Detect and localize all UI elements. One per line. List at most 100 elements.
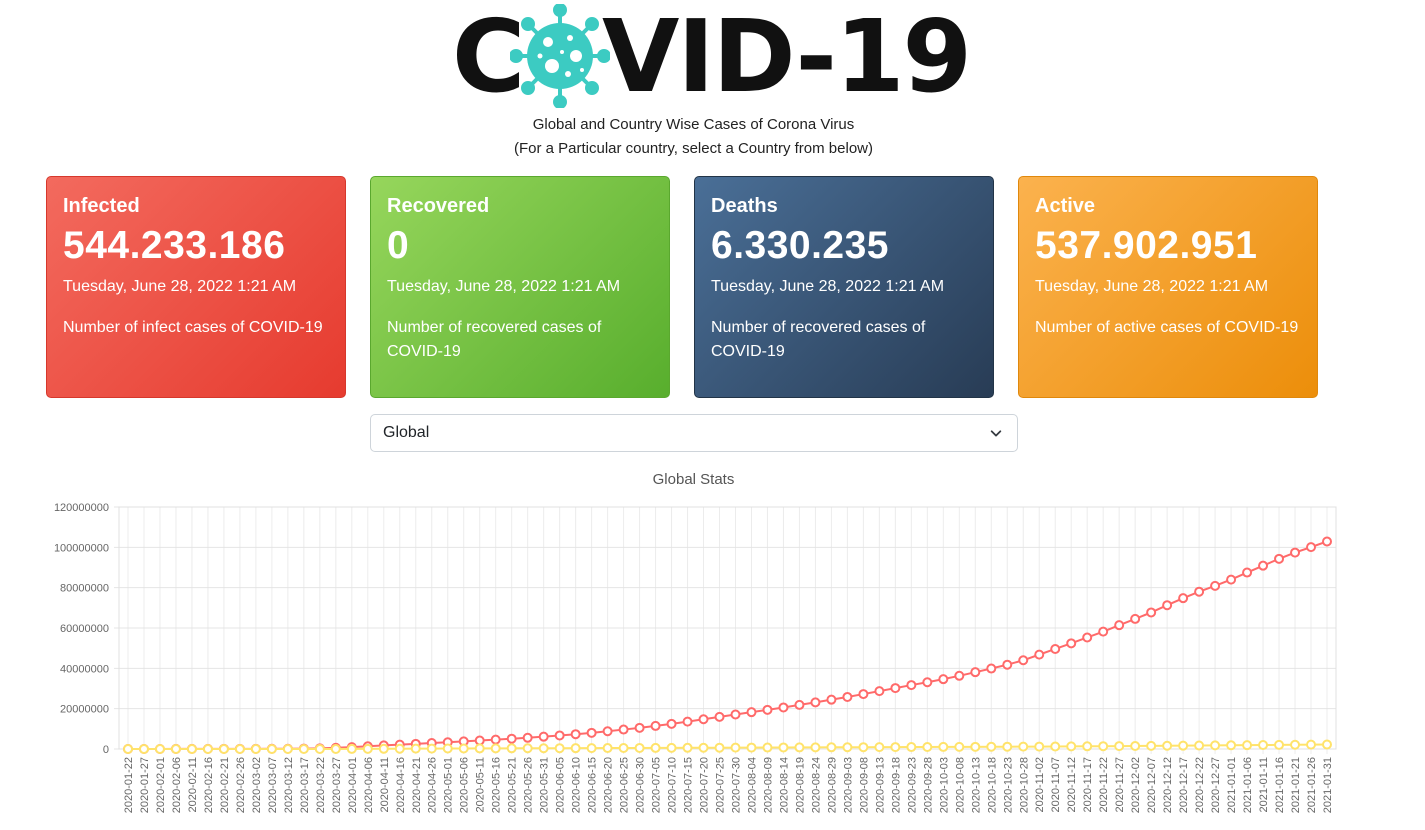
deaths-series-point: [586, 743, 597, 754]
infected-series-point: [602, 726, 613, 737]
y-tick-label: 40000000: [60, 663, 109, 675]
deaths-series-point: [634, 742, 645, 753]
deaths-series-point: [490, 743, 501, 754]
deaths-series-point: [666, 742, 677, 753]
infected-series-point: [1146, 607, 1157, 618]
x-tick-label: 2020-02-16: [203, 757, 215, 813]
infected-series-point: [1242, 567, 1253, 578]
x-tick-label: 2021-01-21: [1290, 757, 1302, 813]
card-date: Tuesday, June 28, 2022 1:21 AM: [1035, 278, 1269, 295]
infected-series-line: [127, 540, 1328, 750]
x-tick-label: 2020-07-30: [730, 757, 742, 813]
x-tick-label: 2020-08-29: [826, 757, 838, 813]
infected-series-point: [474, 735, 485, 746]
infected-series-point: [1050, 643, 1061, 654]
country-select[interactable]: Global: [370, 414, 1018, 452]
infected-series-point: [570, 729, 581, 740]
infected-series-point: [666, 718, 677, 729]
infected-series-point: [778, 702, 789, 713]
x-tick-label: 2021-01-31: [1322, 757, 1334, 813]
infected-series-point: [1082, 632, 1093, 643]
deaths-series-point: [298, 743, 309, 754]
x-tick-label: 2020-03-17: [299, 757, 311, 813]
x-tick-label: 2020-05-01: [443, 757, 455, 813]
deaths-series-point: [1034, 741, 1045, 752]
deaths-series-point: [1210, 740, 1221, 751]
deaths-series-point: [202, 743, 213, 754]
x-tick-label: 2021-01-01: [1226, 757, 1238, 813]
infected-series-point: [858, 689, 869, 700]
deaths-series-point: [922, 741, 933, 752]
card-description: Number of infect cases of COVID-19: [63, 319, 323, 336]
infected-series-point: [970, 667, 981, 678]
y-tick-label: 120000000: [54, 502, 109, 514]
recovered-card: Recovered 0 Tuesday, June 28, 2022 1:21 …: [370, 176, 670, 398]
deaths-series-point: [362, 743, 373, 754]
x-tick-label: 2020-06-15: [587, 757, 599, 813]
infected-series-point: [714, 711, 725, 722]
deaths-series-point: [1018, 741, 1029, 752]
x-tick-label: 2020-06-05: [555, 757, 567, 813]
x-tick-label: 2020-01-27: [139, 757, 151, 813]
x-tick-label: 2020-09-13: [874, 757, 886, 813]
card-description: Number of recovered cases of COVID-19: [711, 319, 926, 360]
x-tick-label: 2020-08-19: [794, 757, 806, 813]
infected-series-point: [890, 683, 901, 694]
country-select-value: Global: [383, 424, 430, 441]
active-card: Active 537.902.951 Tuesday, June 28, 202…: [1018, 176, 1318, 398]
infected-series-point: [490, 734, 501, 745]
deaths-series-point: [906, 742, 917, 753]
card-title: Recovered: [387, 195, 490, 217]
deaths-series-point: [698, 742, 709, 753]
infected-series-point: [650, 720, 661, 731]
deaths-series-point: [570, 743, 581, 754]
infected-series-point: [1066, 638, 1077, 649]
card-count: 6.330.235: [711, 224, 890, 267]
infected-series-point: [874, 686, 885, 697]
deaths-series-point: [1050, 741, 1061, 752]
x-tick-label: 2020-12-27: [1210, 757, 1222, 813]
y-tick-label: 0: [103, 744, 109, 756]
infected-series-point: [1258, 560, 1269, 571]
x-tick-label: 2020-05-26: [523, 757, 535, 813]
infected-series-point: [954, 670, 965, 681]
deaths-series-point: [1322, 739, 1332, 750]
x-tick-label: 2021-01-26: [1306, 757, 1318, 813]
x-tick-label: 2020-10-08: [954, 757, 966, 813]
infected-series-point: [842, 691, 853, 702]
x-tick-label: 2020-11-07: [1050, 757, 1062, 812]
deaths-series-point: [1178, 740, 1189, 751]
deaths-series-point: [1306, 739, 1317, 750]
x-tick-label: 2020-09-18: [890, 757, 902, 813]
deaths-series-point: [330, 743, 341, 754]
x-tick-label: 2020-11-17: [1082, 757, 1094, 812]
x-tick-label: 2020-12-02: [1130, 757, 1142, 813]
x-tick-label: 2020-03-27: [331, 757, 343, 813]
deaths-series-point: [1194, 740, 1205, 751]
deaths-series-point: [218, 743, 229, 754]
card-title: Infected: [63, 195, 140, 217]
card-description: Number of active cases of COVID-19: [1035, 319, 1299, 336]
x-tick-label: 2020-05-31: [539, 757, 551, 813]
x-tick-label: 2020-04-16: [395, 757, 407, 813]
card-date: Tuesday, June 28, 2022 1:21 AM: [63, 278, 297, 295]
x-tick-label: 2020-03-02: [251, 757, 263, 813]
deaths-series-point: [282, 743, 293, 754]
x-tick-label: 2020-06-25: [619, 757, 631, 813]
x-tick-label: 2020-04-06: [363, 757, 375, 813]
infected-series-point: [538, 731, 549, 742]
x-tick-label: 2020-11-22: [1098, 757, 1110, 812]
card-description: Number of recovered cases of COVID-19: [387, 319, 602, 360]
infected-series-point: [554, 730, 565, 741]
deaths-series-point: [602, 743, 613, 754]
deaths-series-point: [682, 742, 693, 753]
deaths-series-point: [346, 743, 357, 754]
deaths-series-point: [1258, 740, 1269, 751]
deaths-card: Deaths 6.330.235 Tuesday, June 28, 2022 …: [694, 176, 994, 398]
x-tick-label: 2020-07-25: [715, 757, 727, 813]
x-tick-label: 2020-08-04: [746, 757, 758, 813]
card-date: Tuesday, June 28, 2022 1:21 AM: [711, 278, 945, 295]
x-tick-label: 2020-10-18: [986, 757, 998, 813]
infected-series-point: [794, 699, 805, 710]
x-tick-label: 2020-03-12: [283, 757, 295, 813]
